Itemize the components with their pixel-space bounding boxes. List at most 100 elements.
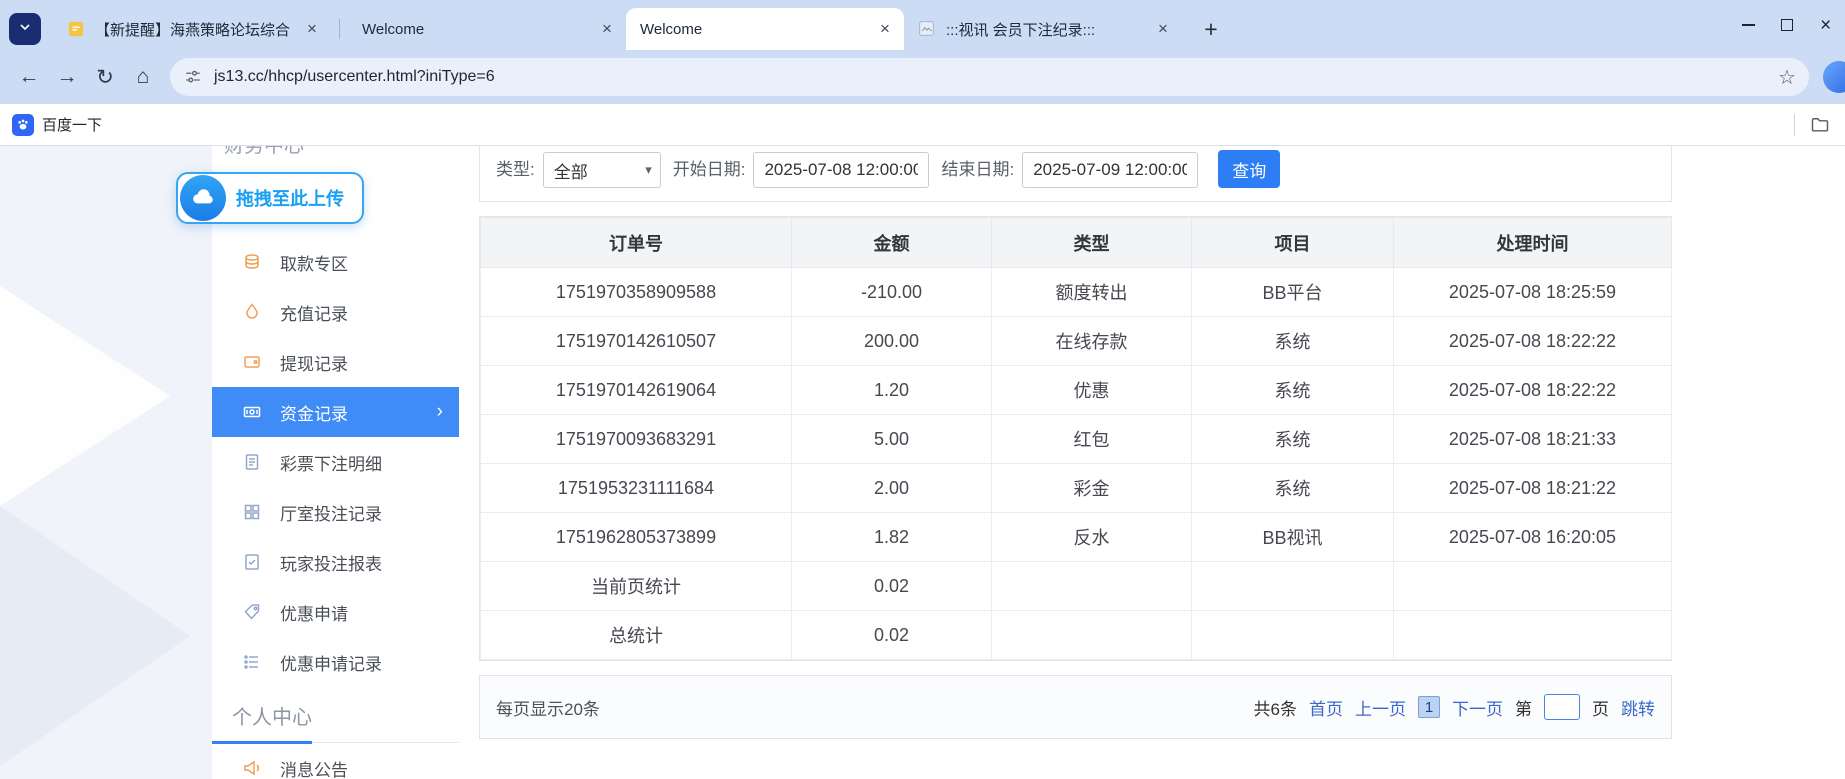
tab-strip: 【新提醒】海燕策略论坛综合 × Welcome × Welcome × :::视… — [0, 0, 1845, 50]
section-active-underline — [212, 741, 312, 744]
home-button[interactable]: ⌂ — [124, 58, 162, 96]
chevron-right-icon: › — [437, 401, 443, 423]
prev-page-link[interactable]: 上一页 — [1355, 695, 1406, 720]
tag-icon — [242, 601, 264, 623]
cell-stats-label: 当前页统计 — [481, 562, 792, 611]
sidebar-item-label: 取款专区 — [280, 250, 348, 275]
cell-amount: 2.00 — [792, 464, 992, 513]
banknote-icon — [242, 401, 264, 423]
end-date-label: 结束日期: — [941, 155, 1014, 180]
tab-close-icon[interactable]: × — [1152, 18, 1174, 40]
bookmark-star-icon[interactable]: ☆ — [1771, 61, 1803, 93]
type-select[interactable]: 全部 ▾ — [543, 152, 661, 188]
sidebar-item-promo-apply-record[interactable]: 优惠申请记录 — [212, 637, 459, 687]
forward-button[interactable]: → — [48, 58, 86, 96]
sidebar: 财务中心 存款专区 取款专区 — [212, 146, 459, 779]
new-tab-button[interactable]: + — [1194, 12, 1228, 46]
type-label: 类型: — [496, 155, 535, 180]
sidebar-item-withdraw-record[interactable]: 提现记录 — [212, 337, 459, 387]
tab-title: Welcome — [640, 21, 868, 38]
grid-icon — [242, 501, 264, 523]
next-page-link[interactable]: 下一页 — [1452, 695, 1503, 720]
table-row-total-stats: 总统计 0.02 — [481, 611, 1672, 660]
tab-video-records[interactable]: :::视讯 会员下注纪录::: × — [904, 8, 1182, 50]
bookmarks-bar: 百度一下 — [0, 104, 1845, 146]
tab-close-icon[interactable]: × — [301, 18, 323, 40]
cell-amount: 1.20 — [792, 366, 992, 415]
address-bar[interactable]: js13.cc/hhcp/usercenter.html?iniType=6 ☆ — [170, 58, 1809, 96]
profile-avatar[interactable] — [1823, 61, 1845, 93]
url-text: js13.cc/hhcp/usercenter.html?iniType=6 — [214, 68, 495, 86]
video-favicon-icon — [918, 20, 936, 38]
pagination-panel: 每页显示20条 共6条 首页 上一页 1 下一页 第 页 跳转 — [479, 675, 1672, 739]
sidebar-item-lottery-bet-detail[interactable]: 彩票下注明细 — [212, 437, 459, 487]
tab-separator — [339, 19, 340, 39]
list-icon — [242, 651, 264, 673]
table-row: 1751970358909588 -210.00 额度转出 BB平台 2025-… — [481, 268, 1672, 317]
end-date-input[interactable] — [1022, 152, 1198, 188]
cell-amount: 5.00 — [792, 415, 992, 464]
bookmarks-separator — [1794, 114, 1795, 136]
cell-amount: -210.00 — [792, 268, 992, 317]
start-date-label: 开始日期: — [673, 155, 746, 180]
tab-forum[interactable]: 【新提醒】海燕策略论坛综合 × — [53, 8, 331, 50]
minimize-button[interactable] — [1729, 0, 1768, 50]
tab-close-icon[interactable]: × — [874, 18, 896, 40]
pagination-controls: 共6条 首页 上一页 1 下一页 第 页 跳转 — [1254, 694, 1655, 720]
megaphone-icon — [242, 757, 264, 779]
site-settings-icon[interactable] — [184, 68, 202, 86]
type-select-value: 全部 — [554, 158, 588, 183]
col-header-type: 类型 — [992, 218, 1192, 268]
maximize-button[interactable] — [1768, 0, 1807, 50]
records-table: 订单号 金额 类型 项目 处理时间 1751970358909588 -210.… — [480, 217, 1672, 660]
sidebar-item-withdraw-zone[interactable]: 取款专区 — [212, 237, 459, 287]
sidebar-item-promo-apply[interactable]: 优惠申请 — [212, 587, 459, 637]
bookmarks-right — [1794, 112, 1833, 138]
sidebar-item-label: 充值记录 — [280, 300, 348, 325]
jump-button[interactable]: 跳转 — [1621, 695, 1655, 720]
total-count-text: 共6条 — [1254, 695, 1297, 720]
start-date-input[interactable] — [753, 152, 929, 188]
filter-panel: 类型: 全部 ▾ 开始日期: 结束日期: 查询 — [479, 146, 1672, 202]
table-row: 1751962805373899 1.82 反水 BB视讯 2025-07-08… — [481, 513, 1672, 562]
cell-project: BB平台 — [1192, 268, 1394, 317]
sidebar-item-label: 厅室投注记录 — [280, 500, 382, 525]
cell-amount: 0.02 — [792, 562, 992, 611]
first-page-link[interactable]: 首页 — [1309, 695, 1343, 720]
sidebar-menu: 存款专区 取款专区 充值记录 — [212, 187, 459, 779]
bookmark-item-baidu[interactable]: 百度一下 — [42, 114, 102, 135]
wallet-icon — [242, 351, 264, 373]
sidebar-item-player-bet-report[interactable]: 玩家投注报表 — [212, 537, 459, 587]
bookmarks-folder-icon[interactable] — [1807, 112, 1833, 138]
tab-close-icon[interactable]: × — [596, 18, 618, 40]
cell-project: 系统 — [1192, 415, 1394, 464]
baidu-favicon-icon — [12, 114, 34, 136]
current-page-indicator[interactable]: 1 — [1418, 696, 1440, 718]
col-header-project: 项目 — [1192, 218, 1394, 268]
coins-icon — [242, 251, 264, 273]
tab-welcome-1[interactable]: Welcome × — [348, 8, 626, 50]
cell-amount: 200.00 — [792, 317, 992, 366]
jump-suffix-label: 页 — [1592, 695, 1609, 720]
close-window-button[interactable]: × — [1806, 0, 1845, 50]
cell-order-no: 1751970142610507 — [481, 317, 792, 366]
search-button[interactable]: 查询 — [1218, 150, 1280, 188]
cell-time: 2025-07-08 16:20:05 — [1394, 513, 1672, 562]
tab-welcome-active[interactable]: Welcome × — [626, 8, 904, 50]
back-button[interactable]: ← — [10, 58, 48, 96]
tab-title: 【新提醒】海燕策略论坛综合 — [95, 19, 295, 40]
cell-type: 彩金 — [992, 464, 1192, 513]
cell-type: 红包 — [992, 415, 1192, 464]
cell-type: 额度转出 — [992, 268, 1192, 317]
cell-project: BB视讯 — [1192, 513, 1394, 562]
sidebar-item-label: 彩票下注明细 — [280, 450, 382, 475]
reload-button[interactable]: ↻ — [86, 58, 124, 96]
sidebar-item-funds-record[interactable]: 资金记录 › — [212, 387, 459, 437]
jump-page-input[interactable] — [1544, 694, 1580, 720]
sidebar-item-recharge-record[interactable]: 充值记录 — [212, 287, 459, 337]
drag-upload-overlay[interactable]: 拖拽至此上传 — [176, 172, 364, 224]
sidebar-item-hall-bet-record[interactable]: 厅室投注记录 — [212, 487, 459, 537]
sidebar-item-announcements[interactable]: 消息公告 — [212, 743, 459, 779]
browser-menu-button[interactable] — [9, 13, 41, 45]
cell-time: 2025-07-08 18:21:22 — [1394, 464, 1672, 513]
